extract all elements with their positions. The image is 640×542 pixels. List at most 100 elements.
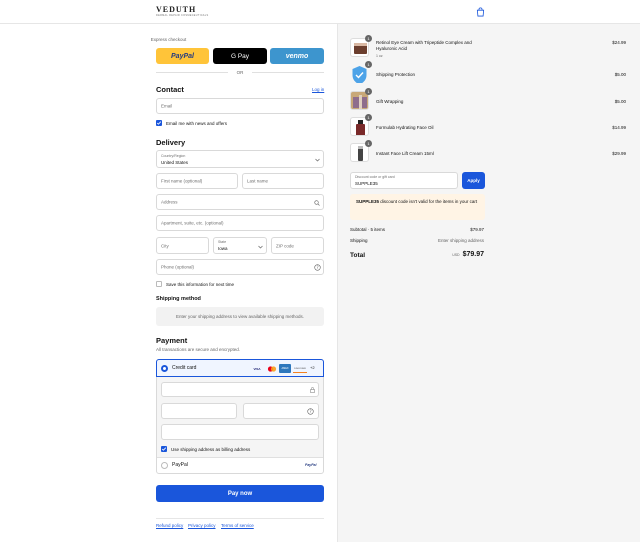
shipping-value: Enter shipping address (437, 238, 484, 243)
total-value: $79.97 (462, 251, 484, 258)
subtotal-value: $79.97 (470, 227, 484, 232)
country-label: Country/Region (161, 154, 186, 158)
checkout-form-column: Express checkout PayPal G Pay venmo OR C… (0, 24, 337, 542)
card-number-field[interactable] (161, 382, 319, 397)
paypal-express-button[interactable]: PayPal (156, 48, 209, 64)
country-select[interactable]: Country/Region United States (156, 150, 324, 168)
discount-code-field[interactable]: Discount code or gift card SUPPLE35 (350, 172, 458, 189)
card-details-panel: ? Use shipping address as billing addres… (157, 377, 323, 457)
shopping-bag-icon[interactable] (476, 7, 485, 17)
gpay-label: G Pay (230, 52, 250, 60)
quantity-badge: 1 (365, 88, 372, 95)
zip-placeholder: ZIP code (276, 243, 294, 248)
city-placeholder: City (161, 243, 169, 248)
discount-error-message: SUPPLE35 discount code isn't valid for t… (356, 199, 481, 206)
item-price: $29.99 (612, 151, 626, 156)
store-logo[interactable]: VEDUTH (156, 5, 196, 14)
cart-item: 1 Formulab Hydrating Face Oil $14.99 (350, 114, 630, 139)
total-amount: USD $79.97 (452, 251, 484, 258)
google-pay-button[interactable]: G Pay (213, 48, 267, 64)
credit-card-label: Credit card (172, 365, 197, 371)
discover-icon: DISCOVER (293, 365, 307, 373)
country-value: United States (161, 160, 189, 165)
state-label: State (218, 240, 227, 244)
item-price: $5.00 (614, 99, 626, 104)
city-field[interactable]: City (156, 237, 209, 254)
state-select[interactable]: State Iowa (213, 237, 267, 254)
apartment-field[interactable]: Apartment, suite, etc. (optional) (156, 215, 324, 231)
name-on-card-field[interactable] (161, 424, 319, 440)
item-price: $24.99 (612, 40, 626, 45)
email-field[interactable]: Email (156, 98, 324, 114)
svg-text:?: ? (316, 265, 318, 270)
paypal-radio[interactable] (161, 462, 168, 469)
help-icon[interactable]: ? (307, 408, 314, 415)
paypal-logo-icon: PayPal (305, 462, 317, 467)
phone-placeholder: Phone (optional) (161, 264, 195, 270)
cart-item: 1 Shipping Protection $5.00 (350, 61, 630, 86)
quantity-badge: 1 (365, 35, 372, 42)
save-info-checkbox[interactable] (156, 281, 162, 287)
shipping-method-placeholder-box: Enter your shipping address to view avai… (156, 307, 324, 326)
search-icon (314, 200, 320, 206)
checkmark-icon (156, 121, 162, 125)
store-logo-tagline: DERMAL REPAIR COSMECEUTICALS (156, 14, 209, 17)
order-summary-column: 1 Retinol Eye Cream with Tripeptide Comp… (337, 24, 640, 542)
amex-icon: AMEX (279, 364, 291, 373)
item-name: Retinol Eye Cream with Tripeptide Comple… (376, 40, 472, 51)
pay-now-button[interactable]: Pay now (156, 485, 324, 502)
page-header: VEDUTH DERMAL REPAIR COSMECEUTICALS (0, 0, 640, 24)
divider-right (252, 72, 324, 73)
paypal-label: PayPal (171, 52, 194, 60)
discount-label: Discount code or gift card (355, 175, 395, 179)
discount-error-text: discount code isn't valid for the items … (379, 199, 478, 204)
expiration-date-field[interactable] (161, 403, 237, 419)
pay-now-label: Pay now (227, 490, 253, 497)
news-checkbox[interactable] (156, 120, 162, 126)
credit-card-radio[interactable] (161, 365, 168, 372)
terms-of-service-link[interactable]: Terms of service (221, 523, 254, 528)
privacy-policy-link[interactable]: Privacy policy (188, 523, 216, 528)
chevron-down-icon (315, 158, 320, 162)
security-code-field[interactable]: ? (243, 403, 319, 419)
item-price: $5.00 (614, 72, 626, 77)
shipping-method-message: Enter your shipping address to view avai… (175, 314, 305, 319)
mastercard-icon (267, 366, 277, 372)
item-variant: 1 oz (376, 54, 383, 58)
address-placeholder: Address (161, 199, 178, 205)
apply-label: Apply (467, 178, 480, 183)
credit-card-option[interactable]: Credit card VISA AMEX DISCOVER +2 (156, 359, 324, 377)
item-name: Shipping Protection (376, 72, 416, 77)
billing-address-checkbox[interactable] (161, 446, 167, 452)
lock-icon (310, 387, 315, 393)
phone-field[interactable]: Phone (optional) ? (156, 259, 324, 275)
currency-code: USD (452, 253, 460, 257)
venmo-button[interactable]: venmo (270, 48, 324, 64)
express-checkout-label: Express checkout (150, 37, 187, 42)
quantity-badge: 1 (365, 140, 372, 147)
cart-item: 1 Retinol Eye Cream with Tripeptide Comp… (350, 35, 630, 60)
item-name: Gift Wrapping (376, 99, 404, 104)
svg-text:?: ? (309, 409, 311, 414)
payment-subtitle: All transactions are secure and encrypte… (156, 347, 241, 352)
delivery-heading: Delivery (156, 138, 186, 147)
address-field[interactable]: Address (156, 194, 324, 210)
subtotal-label: Subtotal · 5 items (350, 227, 386, 232)
billing-address-label: Use shipping address as billing address (171, 447, 251, 452)
discount-error-banner: SUPPLE35 discount code isn't valid for t… (350, 194, 485, 220)
first-name-field[interactable]: First name (optional) (156, 173, 238, 189)
login-link[interactable]: Log in (312, 87, 324, 92)
apply-discount-button[interactable]: Apply (462, 172, 485, 189)
zip-field[interactable]: ZIP code (271, 237, 324, 254)
last-name-placeholder: Last name (247, 178, 269, 184)
quantity-badge: 1 (365, 114, 372, 121)
refund-policy-link[interactable]: Refund policy (156, 523, 183, 528)
paypal-option[interactable]: PayPal PayPal (157, 458, 323, 473)
news-checkbox-label: Email me with news and offers (166, 121, 227, 126)
cart-item: 1 Instant Face Lift Cream 15ml $29.99 (350, 140, 630, 165)
total-label: Total (350, 252, 366, 259)
last-name-field[interactable]: Last name (242, 173, 324, 189)
state-value: Iowa (218, 246, 228, 251)
help-icon[interactable]: ? (314, 264, 321, 271)
contact-heading: Contact (156, 85, 184, 94)
